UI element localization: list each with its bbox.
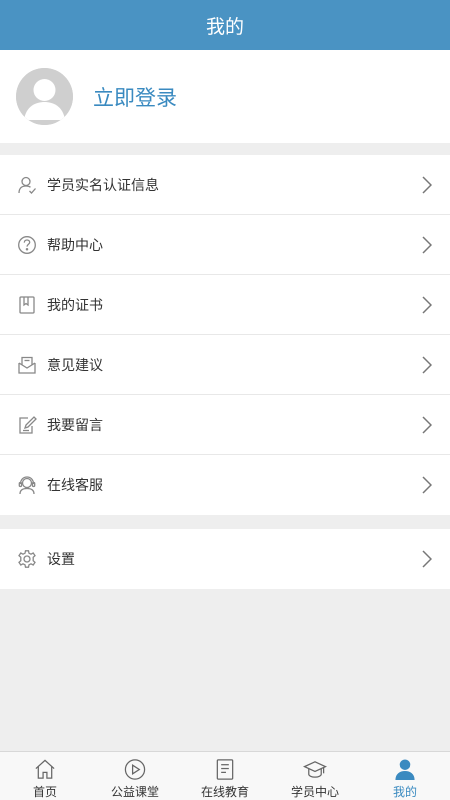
person-icon [395, 759, 415, 781]
tab-online-education[interactable]: 在线教育 [180, 752, 270, 800]
menu-item-label: 我的证书 [47, 297, 103, 314]
book-icon [216, 759, 234, 780]
tab-label: 在线教育 [200, 785, 249, 799]
profile-section[interactable]: 立即登录 [0, 50, 450, 143]
login-link[interactable]: 立即登录 [93, 82, 177, 112]
chevron-right-icon [422, 355, 432, 374]
tab-home[interactable]: 首页 [0, 752, 90, 800]
user-avatar-icon[interactable] [16, 68, 73, 125]
tab-label: 公益课堂 [110, 785, 159, 799]
menu-item-feedback[interactable]: 意见建议 [0, 335, 450, 395]
certificate-icon [17, 295, 37, 315]
chevron-right-icon [422, 415, 432, 434]
tab-label: 我的 [392, 785, 417, 799]
menu-item-help-center[interactable]: 帮助中心 [0, 215, 450, 275]
page-title: 我的 [205, 15, 244, 38]
chevron-right-icon [422, 550, 432, 568]
menu-group-main: 学员实名认证信息 帮助中心 我的证书 意见建议 我要留言 在线客服 [0, 155, 450, 515]
question-icon [17, 235, 37, 255]
gear-icon [17, 549, 37, 569]
tab-student-center[interactable]: 学员中心 [270, 752, 360, 800]
message-edit-icon [17, 415, 37, 435]
top-header: 我的 [0, 0, 450, 50]
chevron-right-icon [422, 175, 432, 194]
menu-item-leave-message[interactable]: 我要留言 [0, 395, 450, 455]
menu-item-real-name-auth[interactable]: 学员实名认证信息 [0, 155, 450, 215]
chevron-right-icon [422, 476, 432, 494]
tab-public-class[interactable]: 公益课堂 [90, 752, 180, 800]
tab-label: 学员中心 [290, 785, 339, 799]
home-icon [35, 759, 55, 779]
menu-item-my-certificate[interactable]: 我的证书 [0, 275, 450, 335]
bottom-tab-bar: 首页 公益课堂 在线教育 学员中心 我的 [0, 751, 450, 800]
menu-group-settings: 设置 [0, 529, 450, 589]
graduation-cap-icon [303, 761, 327, 778]
play-icon [124, 759, 146, 780]
menu-item-label: 在线客服 [47, 478, 103, 494]
menu-item-online-service[interactable]: 在线客服 [0, 455, 450, 515]
chevron-right-icon [422, 295, 432, 314]
customer-service-icon [17, 475, 37, 495]
app-root: 我的 立即登录 学员实名认证信息 帮助中心 我的证书 意见建议 我要留言 在线客… [0, 0, 450, 800]
menu-item-label: 学员实名认证信息 [47, 177, 159, 194]
menu-item-settings[interactable]: 设置 [0, 529, 450, 589]
menu-item-label: 帮助中心 [47, 237, 103, 254]
menu-item-label: 意见建议 [47, 357, 103, 374]
tab-label: 首页 [32, 785, 57, 799]
menu-item-label: 我要留言 [47, 417, 103, 434]
tab-mine[interactable]: 我的 [360, 752, 450, 800]
feedback-icon [17, 355, 37, 375]
menu-item-label: 设置 [47, 552, 75, 568]
chevron-right-icon [422, 235, 432, 254]
user-verify-icon [17, 175, 37, 195]
